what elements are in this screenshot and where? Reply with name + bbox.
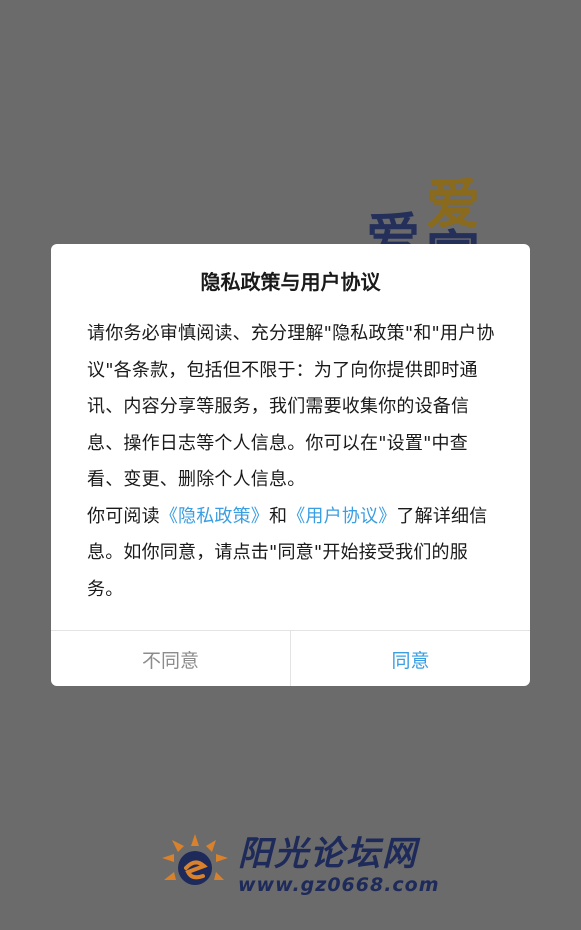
- logo-url: www.gz0668.com: [238, 874, 440, 896]
- disagree-button[interactable]: 不同意: [51, 631, 291, 686]
- logo-name: 阳光论坛网: [238, 834, 418, 874]
- privacy-dialog: 隐私政策与用户协议 请你务必审慎阅读、充分理解"隐私政策"和"用户协议"各条款，…: [51, 244, 530, 686]
- agree-button[interactable]: 同意: [291, 631, 530, 686]
- site-logo: 阳光论坛网 www.gz0668.com: [156, 830, 439, 900]
- dialog-footer: 不同意 同意: [51, 630, 530, 686]
- splash-deco-char: 爱: [426, 173, 480, 236]
- dialog-body: 请你务必审慎阅读、充分理解"隐私政策"和"用户协议"各条款，包括但不限于：为了向…: [87, 316, 495, 608]
- dialog-paragraph-2: 你可阅读《隐私政策》和《用户协议》了解详细信息。如你同意，请点击"同意"开始接受…: [87, 499, 495, 609]
- paragraph-2-and: 和: [269, 505, 288, 527]
- privacy-policy-link[interactable]: 《隐私政策》: [160, 506, 269, 527]
- paragraph-2-prefix: 你可阅读: [87, 505, 160, 527]
- sun-logo-icon: [162, 834, 228, 885]
- dialog-paragraph-1: 请你务必审慎阅读、充分理解"隐私政策"和"用户协议"各条款，包括但不限于：为了向…: [87, 323, 495, 490]
- dialog-title: 隐私政策与用户协议: [200, 270, 381, 294]
- user-agreement-link[interactable]: 《用户协议》: [287, 506, 396, 527]
